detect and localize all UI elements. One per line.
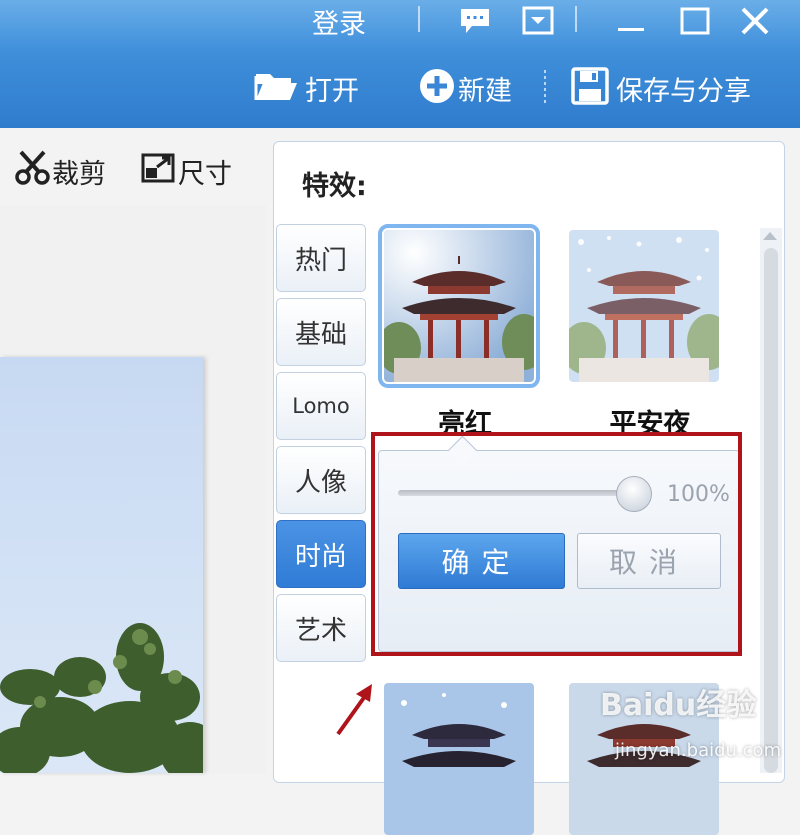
tab-portrait[interactable]: 人像	[276, 446, 366, 514]
new-label: 新建	[458, 75, 512, 107]
resize-button[interactable]: 尺寸	[140, 150, 232, 193]
effect-thumbnail[interactable]	[378, 224, 540, 388]
folder-icon	[253, 66, 299, 110]
close-icon[interactable]	[738, 6, 772, 36]
tab-art[interactable]: 艺术	[276, 594, 366, 662]
effect-thumbnail[interactable]	[569, 230, 719, 382]
tab-hot[interactable]: 热门	[276, 224, 366, 292]
scissors-icon	[14, 150, 52, 193]
tab-fashion[interactable]: 时尚	[276, 520, 366, 588]
open-button[interactable]: 打开	[253, 66, 359, 110]
divider	[575, 6, 577, 32]
crop-label: 裁剪	[52, 159, 106, 190]
tab-basic[interactable]: 基础	[276, 298, 366, 366]
login-link[interactable]: 登录	[312, 2, 366, 41]
message-icon[interactable]	[458, 6, 492, 36]
resize-icon	[140, 150, 178, 193]
floppy-disk-icon	[570, 66, 610, 110]
annotation-highlight-box	[371, 432, 742, 656]
annotation-arrow-icon	[336, 684, 372, 736]
scrollbar-thumb[interactable]	[764, 248, 778, 773]
maximize-icon[interactable]	[678, 6, 712, 36]
tab-lomo[interactable]: Lomo	[276, 372, 366, 440]
photo-preview	[0, 357, 203, 773]
save-share-button[interactable]: 保存与分享	[570, 66, 751, 110]
crop-button[interactable]: 裁剪	[14, 150, 106, 193]
title-bar: 登录 打开 新建 保存与分享	[0, 0, 800, 128]
divider	[418, 6, 420, 32]
new-button[interactable]: 新建	[418, 66, 512, 110]
divider	[544, 70, 546, 106]
open-label: 打开	[305, 75, 359, 107]
scroll-up-icon[interactable]	[763, 232, 777, 240]
effects-title: 特效:	[302, 171, 367, 202]
menu-icon[interactable]	[522, 6, 556, 36]
minimize-icon[interactable]	[614, 6, 648, 36]
watermark-logo: Baidu经验	[600, 688, 757, 723]
save-share-label: 保存与分享	[616, 75, 751, 107]
size-label: 尺寸	[178, 159, 232, 190]
effect-thumbnail[interactable]	[384, 683, 534, 835]
watermark-url: jingyan.baidu.com	[615, 740, 782, 761]
plus-circle-icon	[418, 67, 456, 109]
